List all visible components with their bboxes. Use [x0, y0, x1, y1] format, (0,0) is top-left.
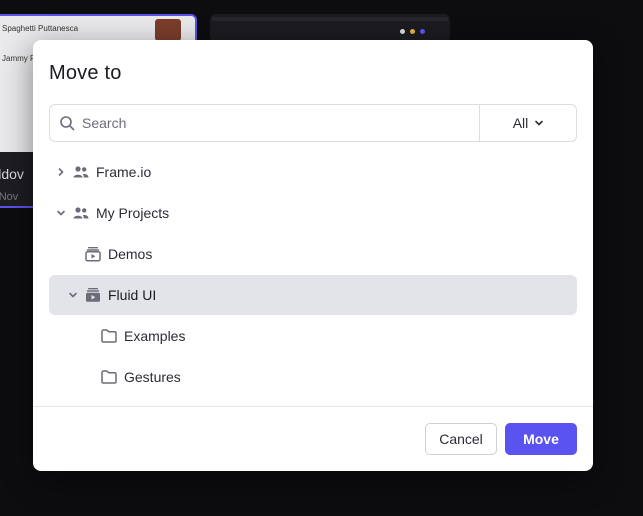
project-icon	[85, 247, 101, 262]
background-card-meta: · Nov	[0, 191, 19, 203]
dialog-title: Move to	[49, 62, 122, 84]
tree-item-label: Gestures	[124, 369, 181, 385]
tree-item-label: Demos	[108, 246, 153, 262]
background-thumbnail-dot	[400, 29, 405, 34]
folder-icon	[101, 370, 117, 384]
chevron-down-icon	[535, 120, 544, 126]
filter-dropdown[interactable]: All	[479, 105, 577, 141]
background-card-thumbnail	[155, 19, 181, 41]
tree-item-label: Fluid UI	[108, 287, 157, 303]
move-button[interactable]: Move	[505, 423, 577, 455]
tree-item-frameio[interactable]: Frame.io	[49, 152, 577, 192]
search-input[interactable]	[82, 106, 472, 140]
tree-item-demos[interactable]: Demos	[49, 234, 577, 274]
team-icon	[73, 166, 89, 178]
cancel-button[interactable]: Cancel	[425, 423, 497, 455]
tree-item-examples[interactable]: Examples	[49, 316, 577, 356]
chevron-down-icon[interactable]	[68, 290, 78, 300]
background-thumbnail-bar	[212, 17, 448, 21]
tree-item-label: Frame.io	[96, 164, 152, 180]
move-to-dialog: Move to All Frame.io	[33, 40, 593, 471]
tree-item-label: My Projects	[96, 205, 170, 221]
folder-icon	[101, 329, 117, 343]
chevron-down-icon[interactable]	[56, 208, 66, 218]
tree-item-gestures[interactable]: Gestures	[49, 357, 577, 397]
project-icon	[86, 288, 100, 302]
tree-item-label: Examples	[124, 328, 186, 344]
filter-dropdown-value: All	[512, 115, 529, 131]
background-thumbnail-dot	[420, 29, 425, 34]
chevron-right-icon[interactable]	[56, 167, 66, 177]
search-bar: All	[49, 104, 577, 142]
search-icon	[60, 116, 75, 131]
footer-divider	[33, 406, 593, 407]
background-asset-thumbnail	[210, 14, 450, 42]
tree-item-my-projects[interactable]: My Projects	[49, 193, 577, 233]
background-card-line: Spaghetti Puttanesca	[2, 24, 79, 33]
team-icon	[73, 207, 89, 219]
background-card-title: illdov	[0, 166, 24, 182]
background-thumbnail-dot	[410, 29, 415, 34]
background-card-line: Jammy P	[2, 54, 36, 63]
tree-item-fluid-ui[interactable]: Fluid UI	[49, 275, 577, 315]
